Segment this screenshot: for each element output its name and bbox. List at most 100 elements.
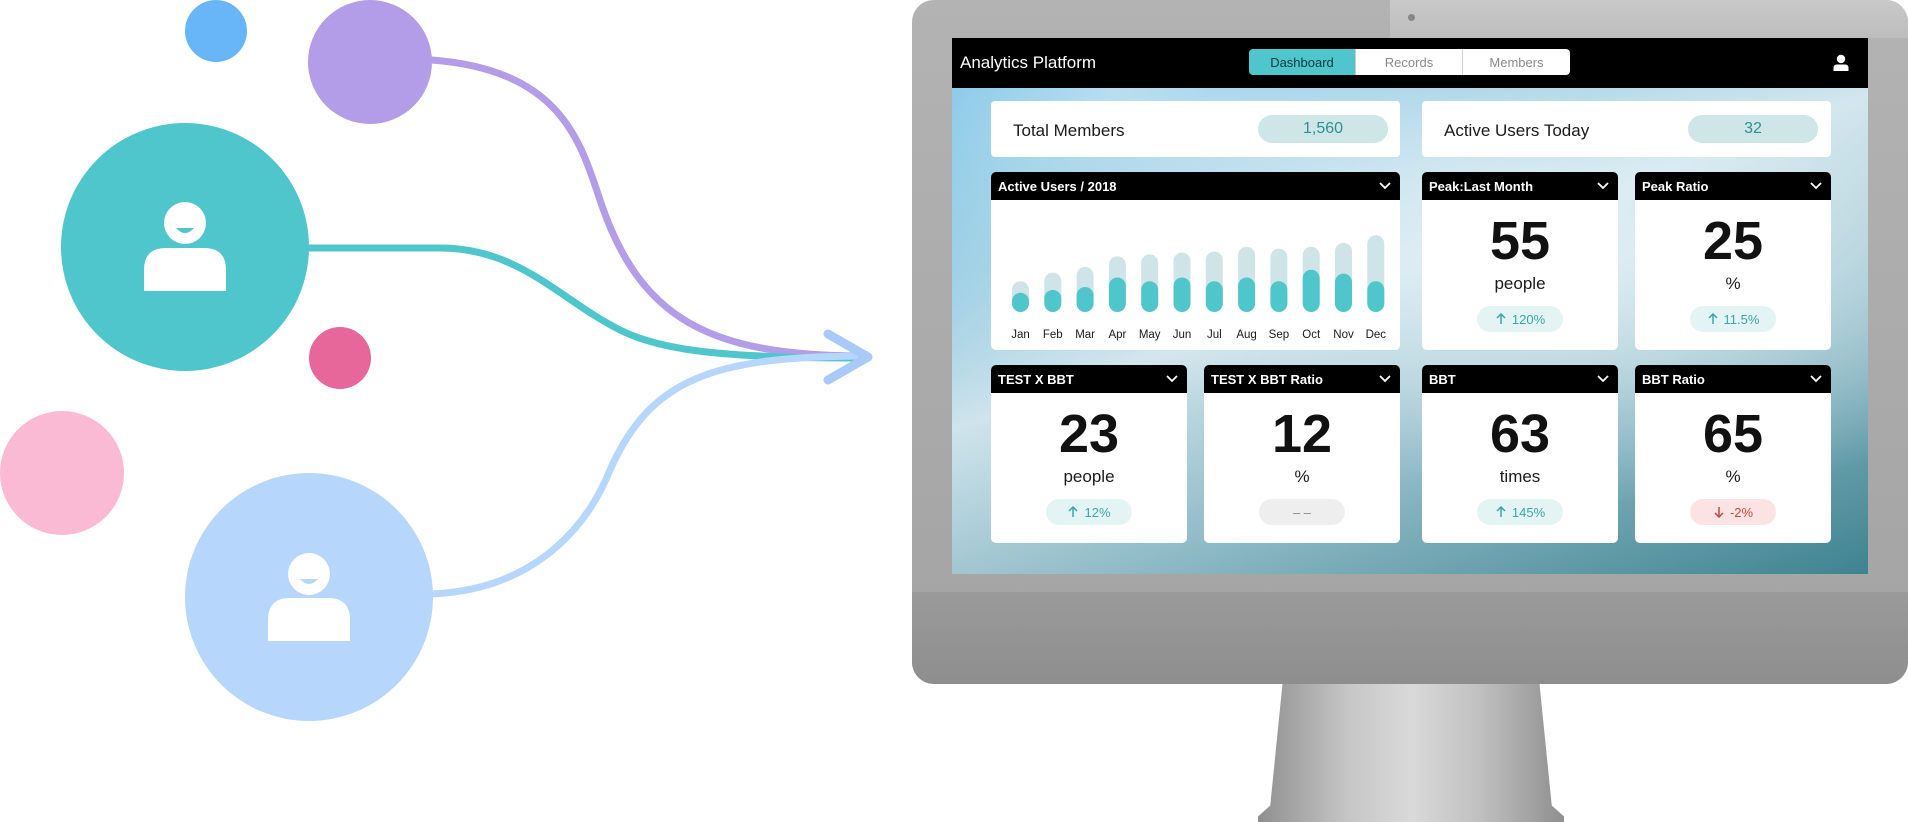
x-tick-label: Feb	[1043, 329, 1063, 341]
teal-person-icon	[61, 123, 309, 371]
bar-active-jan	[1012, 292, 1029, 312]
change-badge: 145%	[1477, 499, 1563, 525]
user-icon[interactable]	[1830, 52, 1852, 74]
x-tick-label: Jul	[1207, 329, 1222, 341]
stat-unit: people	[1063, 467, 1115, 486]
card-header: BBT Ratio	[1635, 365, 1831, 393]
card-header: Peak:Last Month	[1422, 172, 1618, 200]
tab-dashboard[interactable]: Dashboard	[1249, 49, 1356, 75]
monitor-stand	[1258, 684, 1564, 822]
change-badge: -2%	[1690, 499, 1776, 525]
bar-active-may	[1141, 281, 1159, 312]
tab-members[interactable]: Members	[1463, 49, 1570, 75]
change-value: 12%	[1084, 504, 1111, 520]
total-members-card: Total Members 1,560	[991, 101, 1400, 157]
x-tick-label: Mar	[1075, 329, 1095, 341]
bar-active-jul	[1205, 281, 1223, 312]
change-value: 120%	[1511, 311, 1546, 327]
total-members-label: Total Members	[1013, 121, 1125, 140]
chevron-down-icon[interactable]	[1378, 179, 1392, 193]
chevron-down-icon[interactable]	[1378, 372, 1392, 386]
bar-active-apr	[1108, 277, 1126, 312]
tab-records[interactable]: Records	[1356, 49, 1463, 75]
stat-unit: people	[1494, 274, 1546, 293]
purple-flow-line	[428, 56, 864, 360]
card-header: TEST X BBT	[991, 365, 1187, 393]
x-tick-label: Dec	[1366, 329, 1387, 341]
stat-value: 12	[1271, 404, 1333, 464]
chevron-down-icon[interactable]	[1165, 372, 1179, 386]
x-tick-label: Nov	[1333, 329, 1354, 341]
change-badge: 120%	[1477, 306, 1563, 332]
change-value: 145%	[1511, 504, 1546, 520]
blue-person-icon	[185, 473, 433, 721]
flow-illustration	[0, 0, 873, 721]
total-members-value: 1,560	[1258, 115, 1388, 143]
bbt-card: BBT 63 times 145%	[1422, 365, 1618, 543]
change-badge: – –	[1259, 499, 1345, 525]
stat-value: 25	[1702, 211, 1764, 271]
card-header: Active Users / 2018	[991, 172, 1400, 200]
chevron-down-icon[interactable]	[1596, 179, 1610, 193]
arrow-up-icon	[1496, 313, 1506, 324]
bar-active-oct	[1302, 269, 1320, 312]
arrow-up-icon	[1496, 506, 1506, 517]
x-tick-label: Sep	[1269, 329, 1289, 341]
card-title: Peak:Last Month	[1429, 178, 1534, 194]
change-value: – –	[1292, 504, 1312, 520]
active-users-today-card: Active Users Today 32	[1422, 101, 1831, 157]
card-title: TEST X BBT	[998, 371, 1074, 387]
monitor-bezel-highlight	[1390, 0, 1908, 38]
change-value: -2%	[1729, 504, 1754, 520]
peak-ratio-card: Peak Ratio 25 % 11.5%	[1635, 172, 1831, 350]
bar-active-nov	[1335, 273, 1352, 312]
stat-unit: %	[1725, 274, 1741, 293]
stat-value: 63	[1489, 404, 1551, 464]
pink-dot	[309, 327, 371, 389]
bar-active-jun	[1173, 277, 1191, 312]
stat-value: 65	[1702, 404, 1764, 464]
camera-icon	[1408, 14, 1415, 21]
stat-unit: %	[1294, 467, 1310, 486]
card-title: Active Users / 2018	[998, 178, 1117, 194]
change-value: 11.5%	[1723, 311, 1760, 327]
arrow-down-icon	[1714, 507, 1724, 518]
active-users-today-label: Active Users Today	[1444, 121, 1590, 140]
bar-active-feb	[1044, 289, 1062, 312]
arrow-up-icon	[1068, 506, 1079, 517]
purple-dot	[308, 0, 432, 124]
card-title: BBT	[1429, 371, 1456, 387]
active-users-today-value: 32	[1688, 115, 1818, 143]
card-title: BBT Ratio	[1642, 371, 1705, 387]
blue-dot	[185, 0, 247, 62]
light-pink-dot	[0, 411, 124, 535]
card-header: Peak Ratio	[1635, 172, 1831, 200]
change-badge: 12%	[1046, 499, 1132, 525]
x-tick-label: May	[1139, 329, 1161, 341]
top-bar: Analytics Platform Dashboard Records Mem…	[952, 38, 1868, 88]
active-users-chart-card: Active Users / 2018 Jan Feb Mar Apr May Jun Ju…	[991, 172, 1400, 350]
change-badge: 11.5%	[1690, 306, 1776, 332]
bbt-ratio-card: BBT Ratio 65 % -2%	[1635, 365, 1831, 543]
chevron-down-icon[interactable]	[1809, 179, 1823, 193]
blue-flow-line	[426, 352, 872, 598]
test-x-bbt-card: TEST X BBT 23 people 12%	[991, 365, 1187, 543]
stat-unit: %	[1725, 467, 1741, 486]
nav-tabs: Dashboard Records Members	[1249, 49, 1570, 75]
x-tick-label: Oct	[1302, 329, 1321, 341]
card-title: TEST X BBT Ratio	[1211, 371, 1323, 387]
bar-active-aug	[1238, 277, 1256, 312]
active-users-bar-chart: Jan Feb Mar Apr May Jun Jul Aug Sep Oct Nov Dec	[1011, 235, 1387, 341]
card-title: Peak Ratio	[1642, 178, 1709, 194]
card-header: TEST X BBT Ratio	[1204, 365, 1400, 393]
x-tick-label: Apr	[1108, 329, 1126, 341]
chevron-down-icon[interactable]	[1596, 372, 1610, 386]
x-tick-label: Aug	[1236, 329, 1256, 341]
stat-value: 55	[1489, 211, 1551, 271]
teal-flow-line	[301, 244, 864, 362]
x-tick-label: Jan	[1011, 329, 1030, 341]
peak-last-month-card: Peak:Last Month 55 people 120%	[1422, 172, 1618, 350]
test-x-bbt-ratio-card: TEST X BBT Ratio 12 % – –	[1204, 365, 1400, 543]
stat-value: 23	[1058, 404, 1120, 464]
chevron-down-icon[interactable]	[1809, 372, 1823, 386]
